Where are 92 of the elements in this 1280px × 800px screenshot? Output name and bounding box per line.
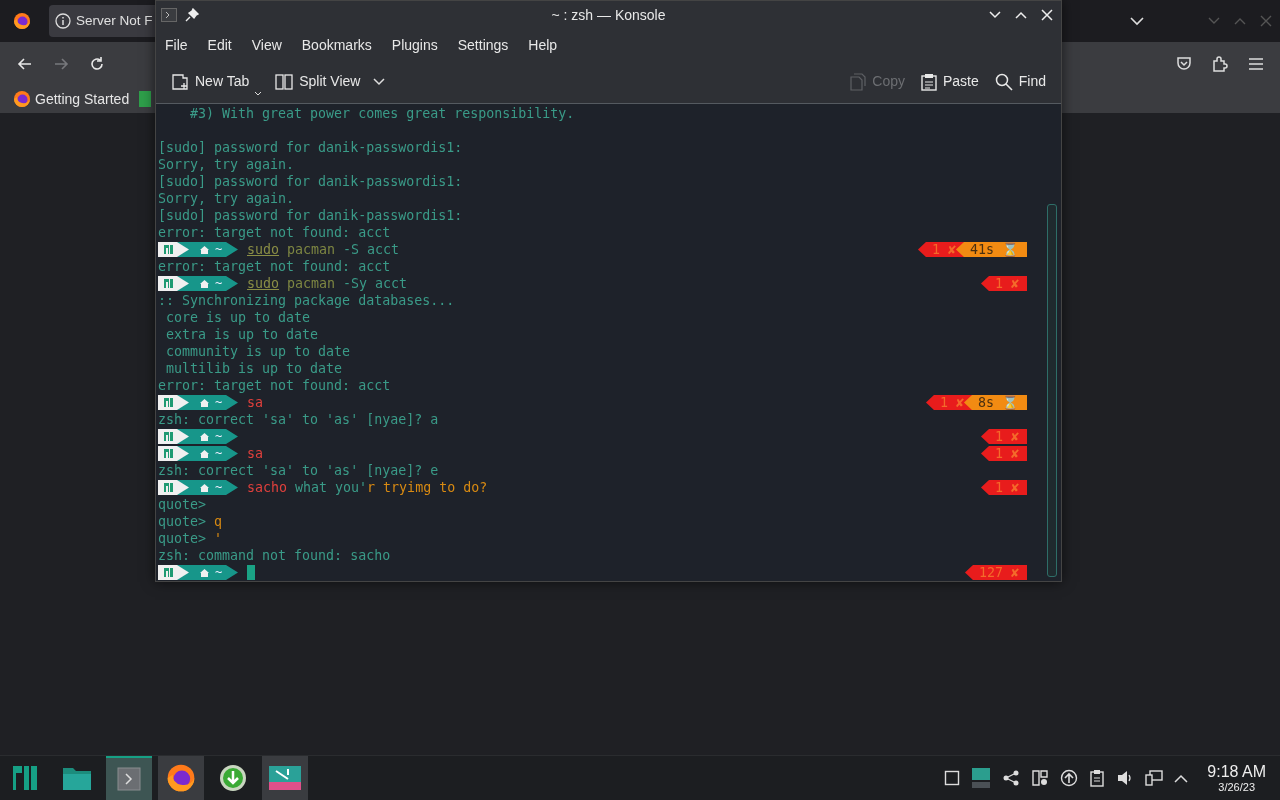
editor-app-icon[interactable] (262, 756, 308, 800)
output-text: quote> q (158, 513, 223, 530)
menu-item[interactable]: Edit (200, 30, 239, 60)
duration-tag: 41s ⌛ (955, 242, 1027, 257)
command-text: sudo pacman -Sy acct (247, 275, 408, 292)
paste-icon (920, 72, 937, 91)
exit-status-tag: 127 ✘ (964, 565, 1027, 580)
exit-status-tag: 1 ✘ (980, 429, 1027, 444)
home-icon (200, 568, 209, 577)
logo-icon (164, 432, 173, 441)
paste-button[interactable]: Paste (913, 67, 986, 97)
update-icon[interactable] (1060, 769, 1079, 787)
output-text: quote> ' (158, 530, 223, 547)
home-icon (200, 398, 209, 407)
pin-icon[interactable] (185, 8, 199, 23)
command-text: sacho what you'r tryimg to do? (247, 479, 488, 496)
terminal-app-icon[interactable] (106, 756, 152, 800)
bookmark-label: Getting Started (35, 89, 130, 109)
logo-icon (164, 245, 173, 254)
directory-text: ~ (215, 428, 223, 445)
directory-text: ~ (215, 241, 223, 258)
split-view-icon (275, 73, 294, 90)
browser-app-icon[interactable] (158, 756, 204, 800)
find-button[interactable]: Find (987, 67, 1053, 97)
duration-tag: 8s ⌛ (963, 395, 1027, 410)
logo-icon (164, 483, 173, 492)
directory-text: ~ (215, 394, 223, 411)
network-icon[interactable] (1145, 769, 1164, 787)
home-icon (200, 245, 209, 254)
directory-text: ~ (215, 564, 223, 581)
menu-item[interactable]: Plugins (384, 30, 445, 60)
output-text: quote> (158, 496, 207, 513)
split-view-button[interactable]: Split View (268, 67, 368, 97)
output-text: Sorry, try again. (158, 190, 295, 207)
output-text: [sudo] password for danik-passwordis1: (158, 173, 463, 190)
output-text: error: target not found: acct (158, 377, 391, 394)
output-text: error: target not found: acct (158, 224, 391, 241)
output-text: :: Synchronizing package databases... (158, 292, 455, 309)
window-title: ~ : zsh — Konsole (551, 5, 666, 25)
menu-item[interactable]: Settings (450, 30, 516, 60)
command-text: sudo pacman -S acct (247, 241, 400, 258)
terminal-icon (161, 8, 177, 23)
output-text: extra is up to date (165, 326, 319, 343)
menu-item[interactable]: Bookmarks (294, 30, 379, 60)
exit-status-tag: 1 ✘ (980, 480, 1027, 495)
logo-icon (164, 279, 173, 288)
output-text: error: target not found: acct (158, 258, 391, 275)
chevron-down-icon[interactable] (1130, 16, 1144, 26)
logo-icon (164, 568, 173, 577)
package-icon[interactable] (1031, 769, 1050, 787)
caret-icon[interactable] (254, 91, 263, 97)
window-icon[interactable] (944, 770, 961, 786)
directory-text: ~ (215, 479, 223, 496)
display-icon[interactable] (971, 767, 992, 789)
command-text: sa (247, 394, 263, 411)
logo-icon (164, 449, 173, 458)
directory-text: ~ (215, 275, 223, 292)
output-text: zsh: command not found: sacho (158, 547, 391, 564)
clock-date[interactable]: 3/26/23 (1207, 781, 1266, 793)
output-text: [sudo] password for danik-passwordis1: (158, 207, 463, 224)
exit-status-tag: 1 ✘ (980, 446, 1027, 461)
menu-item[interactable]: Help (521, 30, 565, 60)
command-text: sa (247, 445, 263, 462)
share-icon[interactable] (1002, 770, 1021, 786)
browser-tab[interactable]: Server Not F (49, 5, 155, 37)
new-tab-icon (171, 72, 189, 91)
clock-time[interactable]: 9:18 AM (1207, 763, 1266, 780)
directory-text: ~ (215, 445, 223, 462)
output-text: core is up to date (165, 309, 311, 326)
scrollbar-thumb[interactable] (1047, 204, 1057, 577)
menu-item[interactable]: View (244, 30, 289, 60)
output-text: multilib is up to date (165, 360, 343, 377)
tab-title: Server Not F (76, 11, 153, 30)
output-text: [sudo] password for danik-passwordis1: (158, 139, 463, 156)
info-icon (55, 13, 71, 29)
chevron-up-icon[interactable] (1174, 773, 1189, 783)
clipboard-icon[interactable] (1089, 769, 1106, 787)
browser-icon (13, 90, 31, 108)
output-text: zsh: correct 'sa' to 'as' [nyae]? a (158, 411, 439, 428)
output-text: zsh: correct 'sa' to 'as' [nyae]? e (158, 462, 439, 479)
home-icon (200, 279, 209, 288)
bookmark-link[interactable]: Getting Started (13, 88, 130, 110)
exit-status-tag: 1 ✘ (980, 276, 1027, 291)
logo-icon (164, 398, 173, 407)
home-icon (200, 483, 209, 492)
new-tab-button[interactable]: New Tab (164, 67, 257, 97)
output-text: community is up to date (165, 343, 351, 360)
copy-icon (850, 72, 867, 91)
menu-item[interactable]: File (158, 30, 195, 60)
find-icon (994, 72, 1013, 91)
output-text: Sorry, try again. (158, 156, 295, 173)
output-text: #3) With great power comes great responsibility. (189, 105, 575, 122)
